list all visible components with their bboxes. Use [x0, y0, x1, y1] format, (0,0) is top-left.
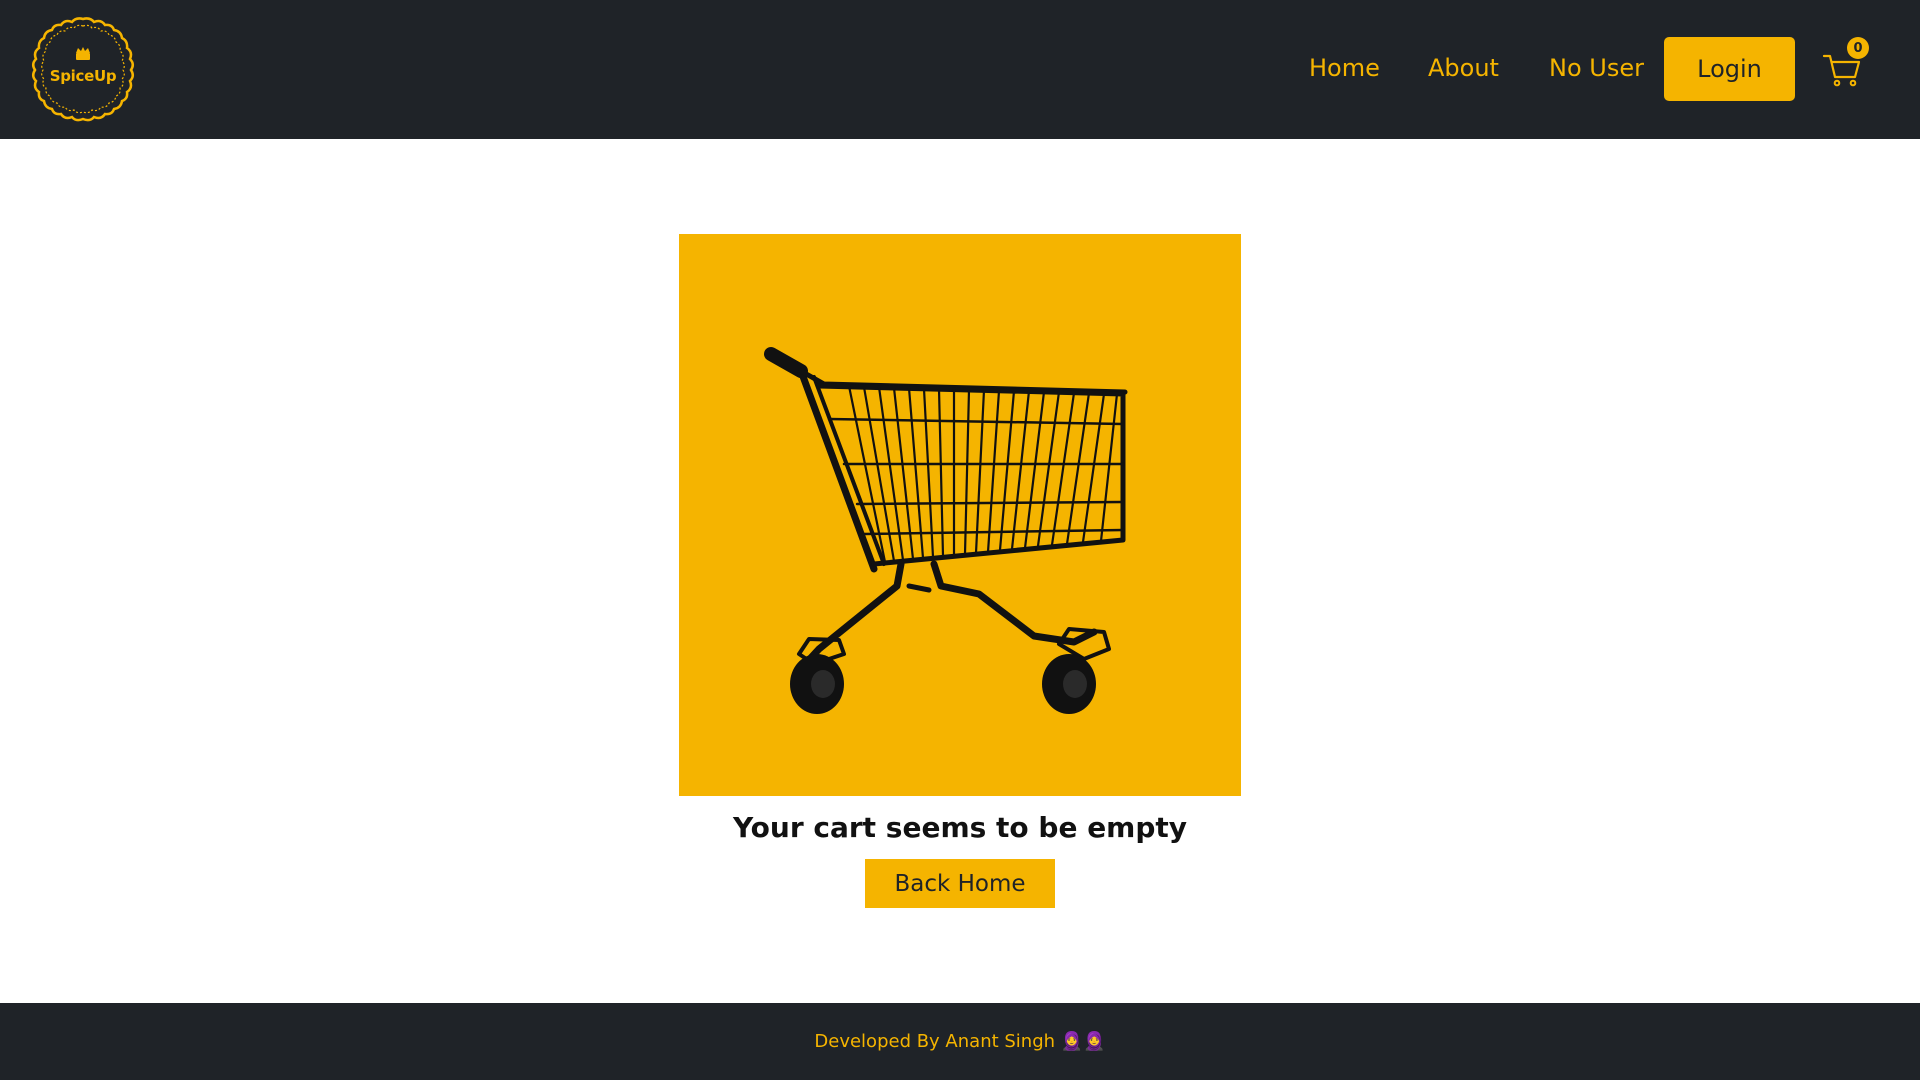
nav-user-link[interactable]: No User: [1549, 52, 1644, 84]
shopping-cart-image: [679, 234, 1241, 796]
logo-text: SpiceUp: [49, 67, 117, 85]
shopping-cart-illustration-icon: [764, 347, 1128, 714]
login-button[interactable]: Login: [1664, 37, 1795, 101]
cart-count-badge: 0: [1847, 37, 1869, 59]
back-home-button[interactable]: Back Home: [865, 859, 1055, 908]
nav-about-link[interactable]: About: [1428, 52, 1499, 84]
site-footer: Developed By Anant Singh 🧕🧕: [0, 1003, 1920, 1080]
site-header: SpiceUp Home About No User Login 0: [0, 0, 1920, 139]
nav-home-link[interactable]: Home: [1309, 52, 1380, 84]
footer-credit-text: Developed By Anant Singh 🧕🧕: [814, 1031, 1106, 1052]
spiceup-logo[interactable]: SpiceUp: [28, 15, 138, 123]
empty-cart-message: Your cart seems to be empty: [732, 811, 1188, 844]
